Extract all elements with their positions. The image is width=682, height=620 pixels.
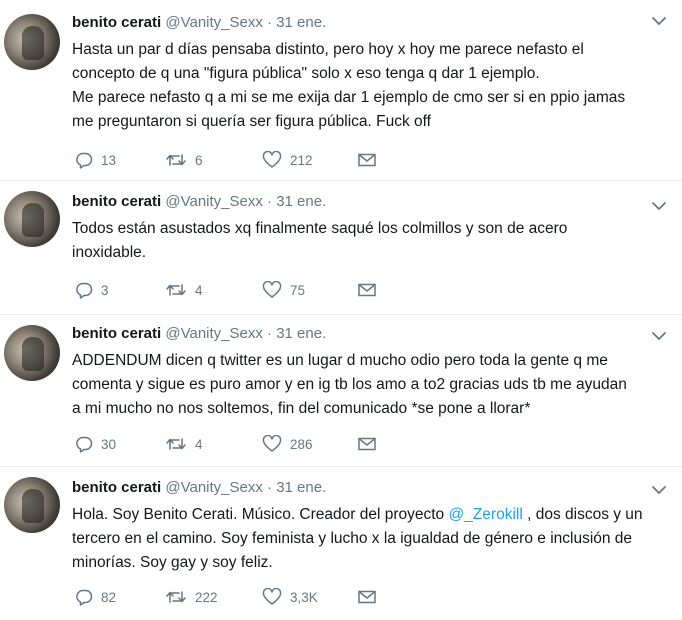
retweet-button[interactable]: 6 [165,149,203,171]
tweet-text-line: Me parece nefasto q a mi se me exija dar… [72,89,626,106]
chevron-down-icon[interactable] [650,329,668,343]
like-count: 75 [290,282,306,298]
reply-count: 13 [101,152,117,168]
retweet-icon [165,151,187,169]
mention-link[interactable]: @_Zerokill [448,506,522,523]
tweet-text: ADDENDUM dicen q twitter es un lugar d m… [72,349,672,421]
reply-icon [75,151,93,169]
retweet-icon [165,281,187,299]
avatar[interactable] [4,14,60,70]
reply-icon [75,435,93,453]
tweet-date[interactable]: 31 ene. [276,325,326,342]
heart-icon [262,588,282,606]
like-button[interactable]: 3,3K [262,586,318,608]
tweet[interactable]: benito cerati @Vanity_Sexx · 31 ene. Hol… [0,467,682,620]
tweet-text-line: minorías. Soy gay y soy feliz. [72,554,273,571]
tweet-feed: benito cerati @Vanity_Sexx · 31 ene. Has… [0,0,682,620]
like-button[interactable]: 75 [262,279,305,301]
like-count: 286 [290,436,313,452]
tweet-text-line: tercero en el camino. Soy feminista y lu… [72,530,633,547]
direct-message-button[interactable] [357,149,377,171]
retweet-button[interactable]: 222 [165,586,218,608]
tweet-text-line: inoxidable. [72,244,147,261]
tweet-text: Hasta un par d días pensaba distinto, pe… [72,38,672,134]
separator: · [267,193,273,210]
tweet[interactable]: benito cerati @Vanity_Sexx · 31 ene. ADD… [0,315,682,467]
envelope-icon [357,589,377,605]
tweet-text: Hola. Soy Benito Cerati. Músico. Creador… [72,503,672,575]
heart-icon [262,435,282,453]
like-count: 3,3K [290,589,318,605]
envelope-icon [357,152,377,168]
chevron-down-icon[interactable] [650,199,668,213]
tweet-text-line: Hola. Soy Benito Cerati. Músico. Creador… [72,503,672,527]
display-name[interactable]: benito cerati [72,14,161,31]
reply-count: 3 [101,282,109,298]
retweet-button[interactable]: 4 [165,433,203,455]
direct-message-button[interactable] [357,586,377,608]
display-name[interactable]: benito cerati [72,325,161,342]
avatar[interactable] [4,325,60,381]
direct-message-button[interactable] [357,433,377,455]
chevron-down-icon[interactable] [650,14,668,28]
reply-button[interactable]: 30 [75,433,116,455]
tweet[interactable]: benito cerati @Vanity_Sexx · 31 ene. Has… [0,0,682,181]
heart-icon [262,281,282,299]
tweet-text-line: concepto de q una "figura pública" solo … [72,65,540,82]
separator: · [267,14,273,31]
tweet-text-segment: , dos discos y un [522,506,643,523]
reply-count: 82 [101,589,117,605]
display-name[interactable]: benito cerati [72,193,161,210]
tweet-text-segment: Hola. Soy Benito Cerati. Músico. Creador… [72,506,449,523]
separator: · [267,479,273,496]
tweet-header: benito cerati @Vanity_Sexx · 31 ene. [72,193,326,210]
avatar[interactable] [4,191,60,247]
separator: · [267,325,273,342]
tweet-header: benito cerati @Vanity_Sexx · 31 ene. [72,479,326,496]
like-button[interactable]: 212 [262,149,313,171]
like-count: 212 [290,152,313,168]
like-button[interactable]: 286 [262,433,313,455]
reply-button[interactable]: 13 [75,149,116,171]
tweet-header: benito cerati @Vanity_Sexx · 31 ene. [72,325,326,342]
retweet-count: 6 [195,152,203,168]
reply-button[interactable]: 82 [75,586,116,608]
tweet-date[interactable]: 31 ene. [276,479,326,496]
heart-icon [262,151,282,169]
retweet-icon [165,588,187,606]
avatar[interactable] [4,477,60,533]
tweet-text-line: me preguntaron si quería ser figura públ… [72,113,431,130]
tweet-text-line: Hasta un par d días pensaba distinto, pe… [72,41,584,58]
tweet-text-line: a mi mucho no nos soltemos, fin del comu… [72,400,531,417]
tweet-header: benito cerati @Vanity_Sexx · 31 ene. [72,14,326,31]
user-handle[interactable]: @Vanity_Sexx [165,193,263,210]
tweet-text-line: ADDENDUM dicen q twitter es un lugar d m… [72,352,608,369]
direct-message-button[interactable] [357,279,377,301]
reply-icon [75,281,93,299]
reply-button[interactable]: 3 [75,279,109,301]
retweet-icon [165,435,187,453]
display-name[interactable]: benito cerati [72,479,161,496]
tweet-date[interactable]: 31 ene. [276,14,326,31]
retweet-count: 4 [195,282,203,298]
user-handle[interactable]: @Vanity_Sexx [165,14,263,31]
reply-count: 30 [101,436,117,452]
tweet[interactable]: benito cerati @Vanity_Sexx · 31 ene. Tod… [0,181,682,315]
envelope-icon [357,436,377,452]
retweet-count: 4 [195,436,203,452]
user-handle[interactable]: @Vanity_Sexx [165,325,263,342]
tweet-date[interactable]: 31 ene. [276,193,326,210]
reply-icon [75,588,93,606]
retweet-count: 222 [195,589,218,605]
tweet-text: Todos están asustados xq finalmente saqu… [72,217,672,265]
chevron-down-icon[interactable] [650,483,668,497]
tweet-text-line: comenta y sigue es puro amor y en ig tb … [72,376,627,393]
envelope-icon [357,282,377,298]
user-handle[interactable]: @Vanity_Sexx [165,479,263,496]
retweet-button[interactable]: 4 [165,279,203,301]
tweet-text-line: Todos están asustados xq finalmente saqu… [72,220,568,237]
